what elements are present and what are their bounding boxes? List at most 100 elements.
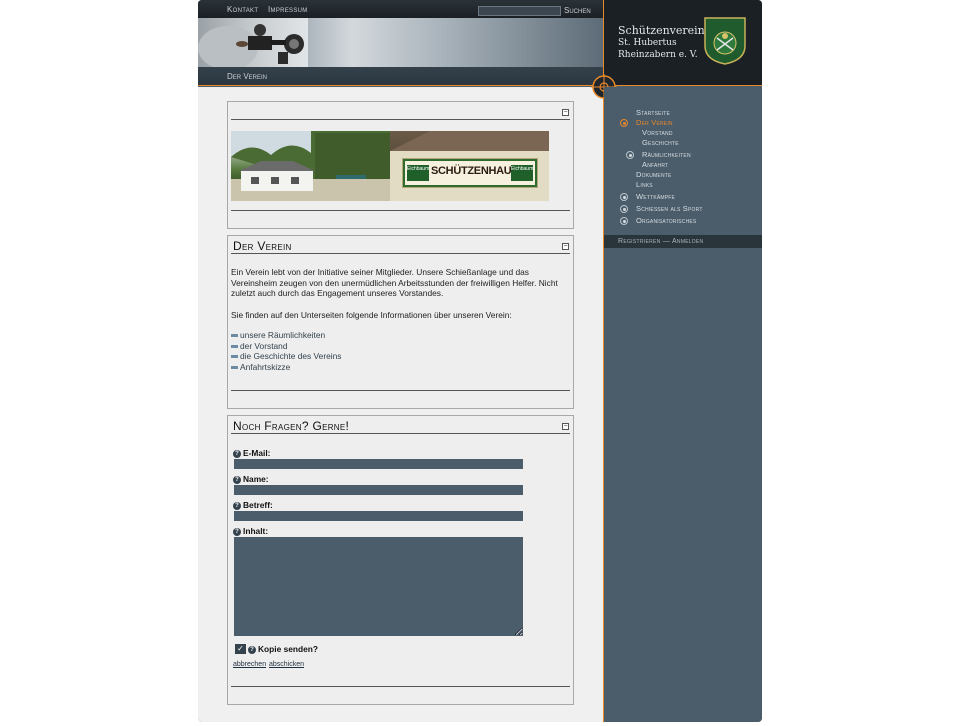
sidebar-item-label: Organisatorisches <box>636 216 697 225</box>
image-box: − Eichbaum SCHÜTZENHAUS Eichbaum <box>227 101 574 229</box>
sidebar-item-label: Startseite <box>636 108 671 117</box>
info-link-list: unsere Räumlichkeiten der Vorstand die G… <box>231 330 342 372</box>
link-raeumlichkeiten[interactable]: unsere Räumlichkeiten <box>240 330 325 340</box>
betreff-field[interactable] <box>234 511 523 521</box>
cancel-link[interactable]: abbrechen <box>233 661 266 668</box>
inhalt-field[interactable] <box>234 537 523 636</box>
clubhouse-photo <box>231 131 390 201</box>
banner-photo <box>198 18 308 67</box>
eichbaum-logo-right: Eichbaum <box>511 165 533 181</box>
name-label-text: Name: <box>243 474 269 484</box>
kontakt-link[interactable]: Kontakt <box>227 5 258 14</box>
sidebar-item-label: Anfahrt <box>642 160 669 169</box>
link-geschichte[interactable]: die Geschichte des Vereins <box>240 351 342 361</box>
contact-form-box: Noch Fragen? Gerne! − ? E-Mail: ? Name: ? B… <box>227 415 574 705</box>
clubhouse-image: Eichbaum SCHÜTZENHAUS Eichbaum <box>231 131 549 201</box>
help-icon[interactable]: ? <box>248 645 256 654</box>
betreff-label: ? Betreff: <box>233 500 273 510</box>
help-icon[interactable]: ? <box>233 501 241 510</box>
collapse-icon[interactable]: − <box>562 109 569 116</box>
sidebar-item-label: Räumlichkeiten <box>642 150 691 159</box>
eichbaum-logo-left: Eichbaum <box>407 165 429 181</box>
link-anfahrtskizze[interactable]: Anfahrtskizze <box>240 362 290 372</box>
box-header: Noch Fragen? Gerne! − <box>231 416 570 434</box>
sidebar-item-label: Links <box>636 180 653 189</box>
link-vorstand[interactable]: der Vorstand <box>240 341 288 351</box>
sidebar-item-links[interactable]: Links <box>618 180 758 190</box>
breadcrumb-bar: Der Verein <box>198 67 604 86</box>
email-label: ? E-Mail: <box>233 448 270 458</box>
submit-link[interactable]: abschicken <box>269 661 304 668</box>
header: Kontakt Impressum Suchen Der Verein <box>198 0 604 86</box>
sidebar-item-wettkaempfe[interactable]: Wettkämpfe <box>618 192 758 202</box>
copy-checkbox[interactable]: ✓ <box>235 644 246 654</box>
club-name-line2: St. Hubertus <box>618 38 677 48</box>
club-name-line1: Schützenverein <box>618 24 705 37</box>
bullet-icon <box>620 119 628 127</box>
name-field[interactable] <box>234 485 523 495</box>
sidebar-item-schiessen[interactable]: Schießen als Sport <box>618 204 758 214</box>
box-divider <box>231 210 570 211</box>
club-crest-icon <box>704 17 746 65</box>
sidebar-item-label: Wettkämpfe <box>636 192 676 201</box>
sidebar-item-label: Geschichte <box>642 138 679 147</box>
schuetzenhaus-sign-photo: Eichbaum SCHÜTZENHAUS Eichbaum <box>390 131 549 201</box>
copy-label: ? Kopie senden? <box>248 644 318 654</box>
club-name-line3: Rheinzabern e. V. <box>618 50 698 60</box>
sidebar-item-dokumente[interactable]: Dokumente <box>618 170 758 180</box>
bullet-icon <box>620 205 628 213</box>
sidebar-item-organisatorisches[interactable]: Organisatorisches <box>618 216 758 226</box>
email-label-text: E-Mail: <box>243 448 271 458</box>
list-item: unsere Räumlichkeiten <box>231 330 342 341</box>
help-icon[interactable]: ? <box>233 475 241 484</box>
schuetzenhaus-sign: Eichbaum SCHÜTZENHAUS Eichbaum <box>403 159 537 187</box>
club-logo-area: Schützenverein St. Hubertus Rheinzabern … <box>604 0 762 86</box>
collapse-icon[interactable]: − <box>562 243 569 250</box>
help-icon[interactable]: ? <box>233 527 241 536</box>
info-lead-text: Sie finden auf den Unterseiten folgende … <box>231 310 512 320</box>
box-divider <box>231 686 570 687</box>
box-header: Der Verein − <box>231 236 570 254</box>
list-item: die Geschichte des Vereins <box>231 351 342 362</box>
sign-text: SCHÜTZENHAUS <box>431 165 519 177</box>
breadcrumb[interactable]: Der Verein <box>227 72 267 81</box>
bullet-icon <box>626 151 634 159</box>
sidebar-item-vorstand[interactable]: Vorstand <box>618 128 758 138</box>
sidebar-item-label: Schießen als Sport <box>636 204 703 213</box>
sidebar-item-raeumlichkeiten[interactable]: Räumlichkeiten <box>618 150 758 160</box>
inhalt-label: ? Inhalt: <box>233 526 268 536</box>
search-input[interactable] <box>478 6 561 16</box>
sidebar-nav: Startseite Der Verein Vorstand Geschicht… <box>618 108 758 226</box>
email-field[interactable] <box>234 459 523 469</box>
main-content: − Eichbaum SCHÜTZENHAUS Eichbaum Der Ver… <box>198 87 603 722</box>
der-verein-box: Der Verein − Ein Verein lebt von der Ini… <box>227 235 574 409</box>
collapse-icon[interactable]: − <box>562 423 569 430</box>
login-bar: Registrieren — Anmelden <box>604 235 762 248</box>
bullet-icon <box>620 193 628 201</box>
impressum-link[interactable]: Impressum <box>268 5 308 14</box>
list-item: der Vorstand <box>231 341 342 352</box>
box-divider <box>231 390 570 391</box>
help-icon[interactable]: ? <box>233 449 241 458</box>
sidebar-item-der-verein[interactable]: Der Verein <box>618 118 758 128</box>
club-name[interactable]: Schützenverein St. Hubertus Rheinzabern … <box>618 25 705 61</box>
sidebar-item-label: Vorstand <box>642 128 673 137</box>
sidebar: Startseite Der Verein Vorstand Geschicht… <box>604 87 762 722</box>
sidebar-item-label: Dokumente <box>636 170 672 179</box>
box-header: − <box>231 102 570 120</box>
top-bar: Kontakt Impressum Suchen <box>198 0 604 18</box>
register-login-link[interactable]: Registrieren — Anmelden <box>618 238 703 245</box>
copy-label-text: Kopie senden? <box>258 644 319 654</box>
sidebar-item-label: Der Verein <box>636 118 673 127</box>
sidebar-item-startseite[interactable]: Startseite <box>618 108 758 118</box>
betreff-label-text: Betreff: <box>243 500 273 510</box>
search-button[interactable]: Suchen <box>564 6 591 15</box>
box-title: Der Verein <box>233 239 292 253</box>
box-title: Noch Fragen? Gerne! <box>233 419 350 433</box>
name-label: ? Name: <box>233 474 269 484</box>
sidebar-item-anfahrt[interactable]: Anfahrt <box>618 160 758 170</box>
sidebar-item-geschichte[interactable]: Geschichte <box>618 138 758 148</box>
list-item: Anfahrtskizze <box>231 362 342 373</box>
bullet-icon <box>620 217 628 225</box>
inhalt-label-text: Inhalt: <box>243 526 269 536</box>
